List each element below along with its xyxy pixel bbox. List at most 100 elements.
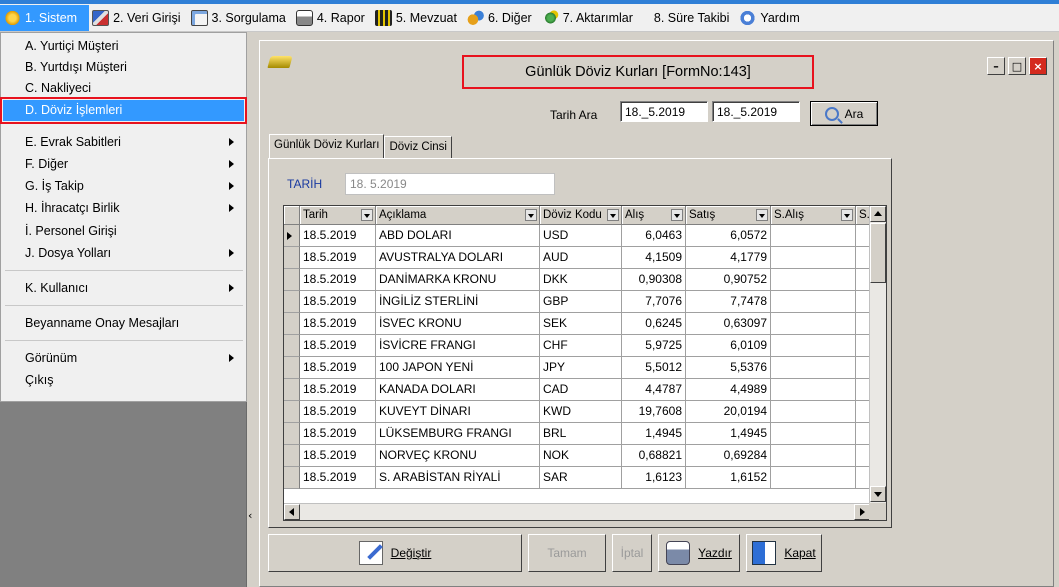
degistir-button[interactable]: Değiştir [268,534,522,572]
table-cell: 18.5.2019 [300,423,376,445]
table-row[interactable]: 18.5.2019 KANADA DOLARI CAD 4,4787 4,4989 [284,379,886,401]
row-indicator [284,357,300,379]
collapse-sidebar-icon[interactable]: ‹ [248,509,252,522]
table-row[interactable]: 18.5.2019 100 JAPON YENİ JPY 5,5012 5,5376 [284,357,886,379]
table-cell [771,379,856,401]
menu-label: Yardım [760,10,800,25]
date-from-input[interactable] [620,101,708,122]
tamam-button[interactable]: Tamam [528,534,606,572]
date-to-input[interactable] [712,101,800,122]
table-row[interactable]: 18.5.2019 NORVEÇ KRONU NOK 0,68821 0,69284 [284,445,886,467]
column-filter-dropdown-icon[interactable] [671,209,683,221]
scroll-right-icon[interactable] [854,504,870,520]
column-header[interactable]: Tarih [300,206,376,225]
sidebar-item-dosya-yollari[interactable]: J. Dosya Yolları [3,243,244,264]
table-row[interactable]: 18.5.2019 S. ARABİSTAN RİYALİ SAR 1,6123 1,6… [284,467,886,489]
column-header[interactable]: Döviz Kodu [540,206,622,225]
menu-yardim[interactable]: Yardım [736,5,806,31]
sidebar-item-diger[interactable]: F. Diğer [3,154,244,175]
table-cell: 18.5.2019 [300,291,376,313]
transfer-icon [541,9,559,26]
row-indicator [284,225,300,247]
table-row[interactable]: 18.5.2019 ABD DOLARI USD 6,0463 6,0572 [284,225,886,247]
table-cell [771,335,856,357]
yazdir-button[interactable]: Yazdır [658,534,740,572]
sidebar-item-gorunum[interactable]: Görünüm [3,348,244,369]
table-cell: BRL [540,423,622,445]
search-button[interactable]: Ara [810,101,878,126]
column-filter-dropdown-icon[interactable] [756,209,768,221]
filter-date-field[interactable]: 18. 5.2019 [345,173,555,195]
sidebar-item-yurtdisi-musteri[interactable]: B. Yurtdışı Müşteri [3,57,244,78]
menu-sorgulama[interactable]: 3. Sorgulama [188,5,293,31]
maximize-button[interactable]: □ [1008,57,1026,75]
table-row[interactable]: 18.5.2019 İSVEC KRONU SEK 0,6245 0,63097 [284,313,886,335]
scroll-up-icon[interactable] [870,206,886,222]
table-cell: 18.5.2019 [300,313,376,335]
kapat-button[interactable]: Kapat [746,534,822,572]
menu-separator [5,270,243,271]
table-row[interactable]: 18.5.2019 İNGİLİZ STERLİNİ GBP 7,7076 7,7478 [284,291,886,313]
sidebar-item-yurtici-musteri[interactable]: A. Yurtiçi Müşteri [3,36,244,57]
sidebar-item-nakliyeci[interactable]: C. Nakliyeci [3,78,244,99]
column-filter-dropdown-icon[interactable] [607,209,619,221]
table-row[interactable]: 18.5.2019 DANİMARKA KRONU DKK 0,90308 0,9075… [284,269,886,291]
column-filter-dropdown-icon[interactable] [525,209,537,221]
column-header-label: S.Alış [774,209,805,221]
table-row[interactable]: 18.5.2019 LÜKSEMBURG FRANGI BRL 1,4945 1,494… [284,423,886,445]
menu-aktarimlar[interactable]: 7. Aktarımlar [539,5,640,31]
sidebar-item-beyanname-onay[interactable]: Beyanname Onay Mesajları [3,313,244,334]
button-bar: Değiştir Tamam İptal Yazdır Kapat [268,533,828,573]
menu-veri-girisi[interactable]: 2. Veri Girişi [89,5,187,31]
sidebar-item-doviz-islemleri[interactable]: D. Döviz İşlemleri [0,97,247,124]
scroll-down-icon[interactable] [870,486,886,502]
sidebar-item-ihracatci-birlik[interactable]: H. İhracatçı Birlik [3,198,244,219]
menu-sistem[interactable]: 1. Sistem [0,4,90,31]
tab-doviz-cinsi[interactable]: Döviz Cinsi [384,136,452,158]
sidebar-item-is-takip[interactable]: G. İş Takip [3,176,244,197]
iptal-button[interactable]: İptal [612,534,652,572]
menu-label: 3. Sorgulama [211,10,286,25]
column-header[interactable]: Satış [686,206,771,225]
table-cell: 19,7608 [622,401,686,423]
sidebar-item-label: İ. Personel Girişi [25,224,117,238]
sidebar-item-cikis[interactable]: Çıkış [3,370,244,391]
menu-mevzuat[interactable]: 5. Mevzuat [372,5,464,31]
sidebar-item-label: E. Evrak Sabitleri [25,135,121,149]
scroll-thumb[interactable] [870,223,886,283]
table-row[interactable]: 18.5.2019 KUVEYT DİNARI KWD 19,7608 20,0194 [284,401,886,423]
sidebar-item-personel-girisi[interactable]: İ. Personel Girişi [3,221,244,242]
tab-gunluk-doviz-kurlari[interactable]: Günlük Döviz Kurları [269,134,385,158]
close-button[interactable]: × [1029,57,1047,75]
column-header-label: Döviz Kodu [543,209,602,221]
column-header[interactable]: S.Alış [771,206,856,225]
sidebar-item-label: J. Dosya Yolları [25,246,112,260]
submenu-arrow-icon [229,249,234,257]
sidebar-item-label: D. Döviz İşlemleri [25,103,123,117]
column-header[interactable]: Açıklama [376,206,540,225]
gear-icon [4,9,21,26]
sidebar-item-kullanici[interactable]: K. Kullanıcı [3,278,244,299]
column-header[interactable]: Alış [622,206,686,225]
row-indicator [284,467,300,489]
submenu-arrow-icon [229,160,234,168]
column-filter-dropdown-icon[interactable] [361,209,373,221]
tab-panel: TARİH 18. 5.2019 Tarih Açıklama Döviz Kodu… [268,158,892,528]
table-cell: KANADA DOLARI [376,379,540,401]
minimize-button[interactable]: – [987,57,1005,75]
table-cell: 5,5012 [622,357,686,379]
column-filter-dropdown-icon[interactable] [841,209,853,221]
scroll-left-icon[interactable] [284,504,300,520]
table-row[interactable]: 18.5.2019 İSVİCRE FRANGI CHF 5,9725 6,0109 [284,335,886,357]
horizontal-scrollbar[interactable] [284,503,871,520]
menu-diger[interactable]: 6. Diğer [464,5,539,31]
table-cell: KUVEYT DİNARI [376,401,540,423]
table-cell: S. ARABİSTAN RİYALİ [376,467,540,489]
menu-sure-takibi[interactable]: 8. Süre Takibi [640,5,737,31]
vertical-scrollbar[interactable] [869,206,886,503]
menu-rapor[interactable]: 4. Rapor [293,5,372,31]
edit-pencil-icon [358,541,383,565]
table-cell [771,247,856,269]
table-row[interactable]: 18.5.2019 AVUSTRALYA DOLARI AUD 4,1509 4,177… [284,247,886,269]
sidebar-item-evrak-sabitleri[interactable]: E. Evrak Sabitleri [3,132,244,153]
